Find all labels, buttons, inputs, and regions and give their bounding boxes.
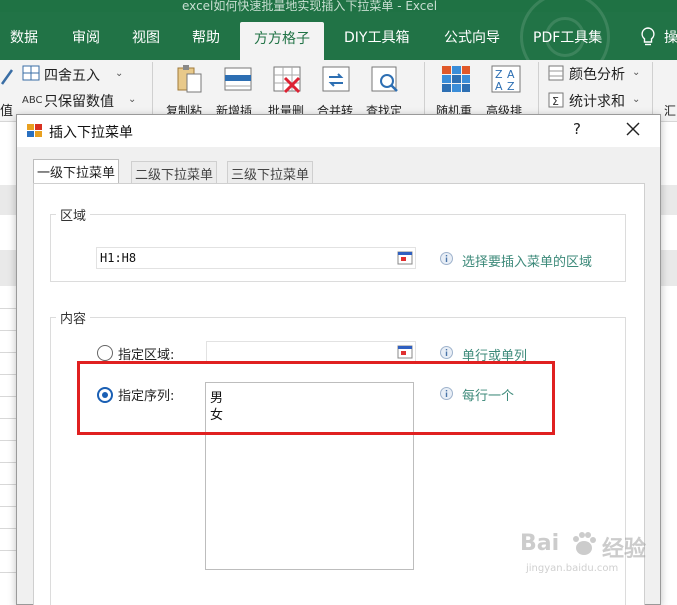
chevron-down-icon[interactable]: ⌄ <box>632 67 640 78</box>
tab-data[interactable]: 数据 <box>10 27 38 47</box>
advanced-sort-icon: Z A A Z <box>491 65 521 93</box>
app-logo-icon <box>27 124 42 137</box>
grid-line <box>0 352 16 353</box>
round-button[interactable]: 四舍五入 <box>44 65 100 85</box>
region-hint: 选择要插入菜单的区域 <box>462 255 593 270</box>
tab-view[interactable]: 视图 <box>132 27 160 47</box>
chevron-down-icon[interactable]: ⌄ <box>128 94 136 105</box>
dialog-title-bar[interactable]: 插入下拉菜单 ? <box>17 115 660 147</box>
sheet-header-strip <box>0 250 16 286</box>
watermark-text-2: 经验 <box>602 537 647 562</box>
abc-icon: ABC <box>22 95 43 106</box>
svg-text:A: A <box>495 80 503 93</box>
grid-line <box>0 550 16 551</box>
grid-line <box>0 418 16 419</box>
sheet-header-strip <box>661 185 677 215</box>
ribbon-separator <box>152 62 153 118</box>
info-icon <box>440 252 453 265</box>
grid-line <box>0 572 16 573</box>
ribbon-separator <box>652 62 653 118</box>
tab-formula-wizard[interactable]: 公式向导 <box>444 27 500 47</box>
paw-logo-icon <box>573 532 596 555</box>
info-icon <box>440 346 453 359</box>
content-group-title: 内容 <box>56 308 91 327</box>
watermark-text: Bai <box>520 531 560 556</box>
grid-line <box>0 484 16 485</box>
chevron-down-icon[interactable]: ⌄ <box>115 68 123 79</box>
chevron-down-icon[interactable]: ⌄ <box>632 94 640 105</box>
region-group-title: 区域 <box>56 205 91 224</box>
annotation-highlight-box <box>77 361 555 435</box>
insert-row-icon <box>224 67 252 91</box>
lightbulb-icon[interactable] <box>640 26 656 48</box>
color-analysis-icon <box>548 65 564 81</box>
tab-level3-dropdown[interactable]: 三级下拉菜单 <box>227 161 314 183</box>
merge-convert-icon <box>322 66 350 92</box>
range-picker-icon[interactable] <box>397 251 413 265</box>
radio-specify-range[interactable] <box>97 345 113 361</box>
tab-help[interactable]: 帮助 <box>192 27 220 47</box>
specify-range-input[interactable] <box>206 341 416 363</box>
tab-fangfang[interactable]: 方方格子 <box>240 22 324 60</box>
pen-icon <box>0 69 14 85</box>
screen: excel如何快速批量地实现插入下拉菜单 - Excel 数据 审阅 视图 帮助… <box>0 0 677 605</box>
grid-line <box>0 506 16 507</box>
grid-line <box>0 462 16 463</box>
value-label-cut: 值 <box>0 104 14 119</box>
keep-value-button[interactable]: 只保留数值 <box>44 91 114 111</box>
grid-line <box>0 330 16 331</box>
close-icon[interactable] <box>624 120 642 138</box>
svg-text:Σ: Σ <box>552 95 559 108</box>
round-icon <box>22 65 40 81</box>
tab-overflow[interactable]: 操 <box>664 27 677 47</box>
sheet-header-strip <box>661 250 677 286</box>
grid-line <box>0 374 16 375</box>
ribbon-separator <box>538 62 539 118</box>
ribbon-panel: 值 四舍五入 ⌄ ABC 只保留数值 ⌄ 复制粘 新增插 批量删 合并转 查找定… <box>0 60 677 122</box>
grid-line <box>0 396 16 397</box>
dialog-title: 插入下拉菜单 <box>49 125 133 141</box>
grid-line <box>0 308 16 309</box>
tab-review[interactable]: 审阅 <box>72 27 100 47</box>
region-value: H1:H8 <box>100 251 137 265</box>
watermark-url: jingyan.baidu.com <box>526 563 619 574</box>
help-button[interactable]: ? <box>570 120 584 138</box>
tab-level2-dropdown[interactable]: 二级下拉菜单 <box>131 161 218 183</box>
svg-text:Z: Z <box>507 80 515 93</box>
tab-diy-toolbox[interactable]: DIY工具箱 <box>344 27 409 47</box>
grid-line <box>0 528 16 529</box>
tab-level1-dropdown[interactable]: 一级下拉菜单 <box>33 159 120 183</box>
copy-paste-icon <box>177 65 202 93</box>
find-locate-icon <box>371 66 398 92</box>
random-repeat-icon <box>442 66 470 92</box>
range-picker-icon[interactable] <box>397 345 413 359</box>
ribbon-tab-bar: 数据 审阅 视图 帮助 方方格子 DIY工具箱 公式向导 PDF工具集 操 <box>0 0 677 82</box>
stat-sum-icon: Σ <box>548 92 564 108</box>
color-analysis-button[interactable]: 颜色分析 <box>569 64 625 84</box>
region-input[interactable]: H1:H8 <box>96 247 416 269</box>
tab-pdf-tools[interactable]: PDF工具集 <box>533 27 602 47</box>
sheet-header-strip <box>0 185 16 215</box>
grid-line <box>0 440 16 441</box>
ribbon-cut-label: 汇 <box>664 104 677 118</box>
batch-delete-icon <box>273 66 301 94</box>
baidu-watermark: Bai 经验 jingyan.baidu.com <box>520 525 670 585</box>
stat-sum-button[interactable]: 统计求和 <box>569 91 625 111</box>
ribbon-separator <box>424 62 425 118</box>
